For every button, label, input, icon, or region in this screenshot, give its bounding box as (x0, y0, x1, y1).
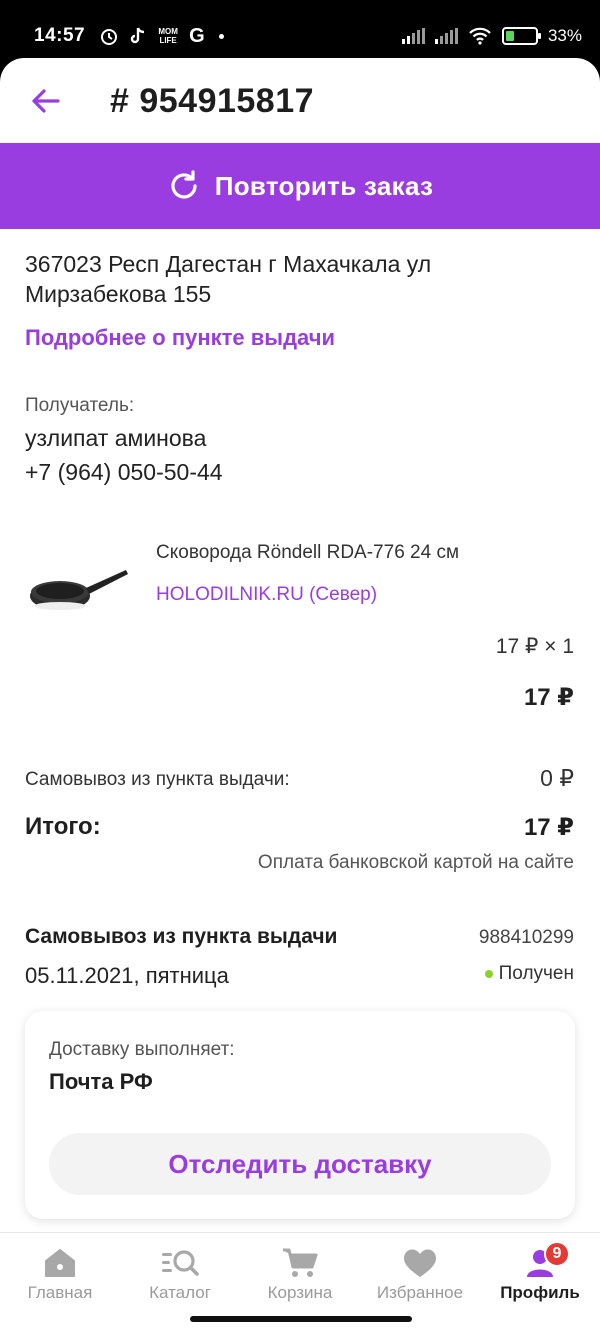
order-number-title: # 954915817 (110, 81, 315, 120)
wifi-icon (469, 27, 491, 45)
pickup-address: 367023 Респ Дагестан г Махачкала ул Мирз… (25, 251, 432, 307)
dot-icon (218, 33, 224, 39)
recipient-name: узлипат аминова (25, 425, 207, 451)
product-price-quantity: 17 ₽ × 1 (495, 635, 574, 658)
repeat-order-button[interactable]: Повторить заказ (0, 143, 600, 229)
nav-label-catalog: Каталог (149, 1283, 211, 1302)
recipient-phone: +7 (964) 050-50-44 (25, 459, 223, 485)
pickup-cost-label: Самовывоз из пункта выдачи: (25, 769, 290, 790)
profile-notification-badge: 9 (544, 1241, 570, 1267)
total-label: Итого: (25, 813, 101, 840)
back-button[interactable] (0, 58, 90, 144)
mom-life-icon: MOM LIFE (158, 27, 178, 45)
total-value: 17 ₽ (523, 814, 574, 841)
arrow-left-icon (32, 89, 60, 113)
order-sheet: # 954915817 Повторить заказ 367023 Респ … (0, 58, 600, 1332)
nav-label-profile: Профиль (500, 1283, 580, 1302)
home-icon (45, 1249, 75, 1277)
product-sum: 17 ₽ (523, 684, 574, 711)
payment-method-note: Оплата банковской картой на сайте (257, 852, 574, 873)
shipment-number: 988410299 (478, 927, 574, 948)
delivery-card: Доставку выполняет: Почта РФ Отследить д… (25, 1011, 575, 1219)
order-header: # 954915817 (0, 58, 600, 144)
shipment-status: Получен (484, 963, 574, 985)
product-name[interactable]: Сковорода Röndell RDA-776 24 см (156, 542, 459, 564)
repeat-order-label: Повторить заказ (214, 170, 434, 201)
shipment-date: 05.11.2021, пятница (25, 963, 229, 988)
notification-icons: MOM LIFE G (99, 25, 224, 48)
refresh-icon (171, 170, 197, 199)
product-seller-link[interactable]: HOLODILNIK.RU (Север) (156, 584, 377, 606)
status-time: 14:57 (34, 25, 86, 46)
signal-icon-2 (434, 28, 458, 44)
heart-icon (403, 1249, 437, 1277)
delivery-carrier-name: Почта РФ (49, 1069, 153, 1094)
cart-icon (283, 1248, 318, 1277)
nav-label-home: Главная (27, 1283, 93, 1302)
status-dot-icon (484, 970, 493, 978)
battery-percent: 33% (547, 26, 582, 45)
shipment-title: Самовывоз из пункта выдачи (25, 925, 338, 948)
pickup-point-details-link[interactable]: Подробнее о пункте выдачи (25, 325, 335, 351)
pickup-cost-value: 0 ₽ (540, 765, 574, 791)
nav-label-cart: Корзина (267, 1283, 333, 1302)
signal-icon (401, 28, 425, 44)
order-details: 367023 Респ Дагестан г Махачкала ул Мирз… (0, 229, 600, 1332)
catalog-search-icon (162, 1250, 199, 1276)
product-image[interactable] (26, 554, 130, 624)
alarm-icon (101, 29, 118, 45)
nav-label-favorites: Избранное (376, 1283, 464, 1302)
battery-icon (501, 27, 541, 45)
home-indicator[interactable] (190, 1316, 412, 1322)
google-icon: G (189, 24, 205, 47)
nav-item-profile[interactable]: 9 Профиль (480, 1233, 600, 1332)
shipment-status-label: Получен (498, 963, 574, 984)
nav-item-home[interactable]: Главная (0, 1233, 120, 1332)
track-delivery-button[interactable]: Отследить доставку (49, 1133, 551, 1195)
delivery-carrier-label: Доставку выполняет: (49, 1039, 235, 1060)
recipient-label: Получатель: (25, 395, 135, 416)
tiktok-icon (130, 27, 145, 44)
